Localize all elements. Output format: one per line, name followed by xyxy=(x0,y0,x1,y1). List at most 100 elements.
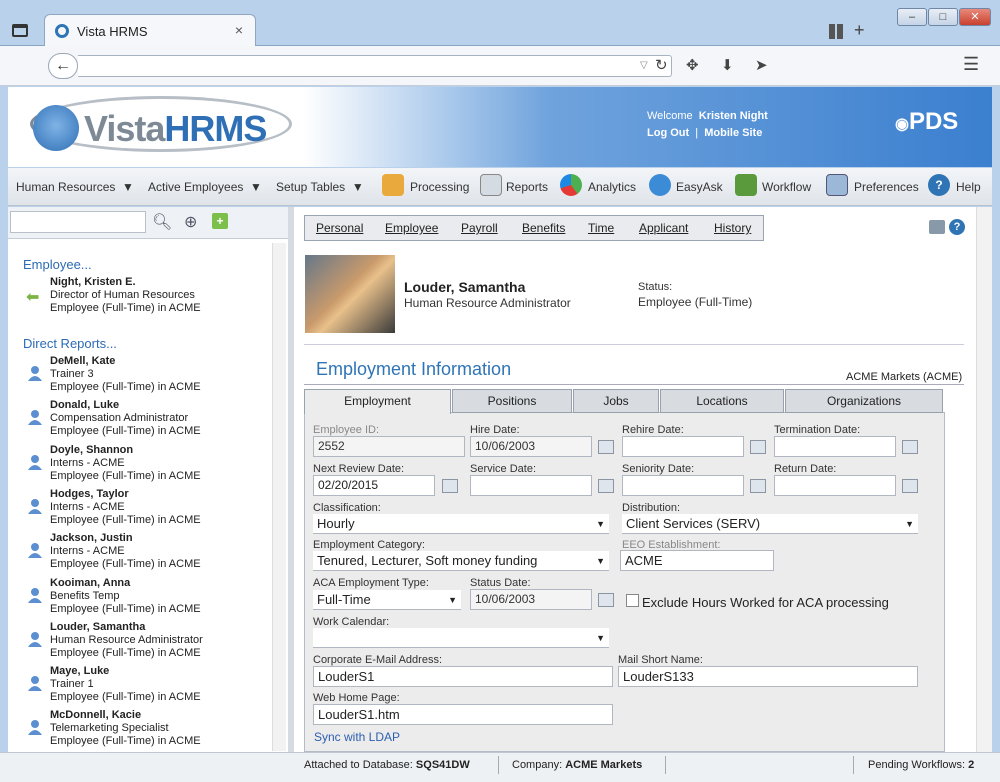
tab-employee[interactable]: Employee xyxy=(385,221,438,235)
menu-easyask[interactable]: EasyAsk xyxy=(676,180,723,194)
exclude-hours-checkbox[interactable] xyxy=(626,594,639,607)
left-scrollbar[interactable] xyxy=(272,243,286,751)
employee-type: Employee (Full-Time) in ACME xyxy=(50,425,201,438)
tab-payroll[interactable]: Payroll xyxy=(461,221,498,235)
menu-human-resources[interactable]: Human Resources ▼ xyxy=(16,180,134,194)
browser-tab[interactable]: Vista HRMS × xyxy=(44,14,256,46)
mail-short-name-field[interactable]: LouderS133 xyxy=(618,666,918,687)
menu-active-employees[interactable]: Active Employees ▼ xyxy=(148,180,262,194)
compass-icon[interactable]: ✥ xyxy=(686,56,699,74)
menu-analytics[interactable]: Analytics xyxy=(588,180,636,194)
eeo-establishment-field[interactable]: ACME xyxy=(620,550,774,571)
welcome-block: Welcome Kristen Night Log Out | Mobile S… xyxy=(647,108,768,142)
help-circle-icon[interactable]: ? xyxy=(949,219,965,235)
right-scrollbar[interactable] xyxy=(976,207,992,752)
calendar-icon[interactable] xyxy=(442,479,458,493)
calendar-icon[interactable] xyxy=(598,479,614,493)
back-button[interactable]: ← xyxy=(48,53,78,79)
menu-workflow[interactable]: Workflow xyxy=(762,180,811,194)
zoom-in-icon[interactable]: ⊕ xyxy=(184,212,197,232)
maximize-button[interactable]: □ xyxy=(928,8,958,26)
tab-close-icon[interactable]: × xyxy=(235,22,243,38)
direct-report-item[interactable]: Kooiman, Anna Benefits Temp Employee (Full… xyxy=(50,577,201,616)
tab-time[interactable]: Time xyxy=(588,221,614,235)
tab-favicon-icon xyxy=(55,24,69,38)
person-icon xyxy=(27,675,43,692)
tab-personal[interactable]: Personal xyxy=(316,221,363,235)
direct-report-item[interactable]: Louder, Samantha Human Resource Administr… xyxy=(50,621,203,660)
direct-report-item[interactable]: Doyle, Shannon Interns - ACME Employee (Fu… xyxy=(50,444,201,483)
print-icon[interactable] xyxy=(929,220,945,234)
distribution-select[interactable]: Client Services (SERV) ▼ xyxy=(622,514,918,534)
dropdown-icon[interactable]: ▽ xyxy=(640,60,648,71)
calendar-icon[interactable] xyxy=(750,440,766,454)
seniority-date-field[interactable] xyxy=(622,475,744,496)
mail-short-name-label: Mail Short Name: xyxy=(618,654,703,666)
calendar-icon[interactable] xyxy=(750,479,766,493)
tab-benefits[interactable]: Benefits xyxy=(522,221,565,235)
email-field[interactable]: LouderS1 xyxy=(313,666,613,687)
status-date-field[interactable]: 10/06/2003 xyxy=(470,589,592,610)
help-icon: ? xyxy=(928,174,950,196)
self-employee-item[interactable]: Night, Kristen E. Director of Human Reso… xyxy=(50,276,201,315)
tab-grid-icon[interactable] xyxy=(829,24,844,39)
subtab-locations[interactable]: Locations xyxy=(660,389,784,413)
service-date-field[interactable] xyxy=(470,475,592,496)
aca-employment-type-select[interactable]: Full-Time ▼ xyxy=(313,590,461,610)
subtab-jobs[interactable]: Jobs xyxy=(573,389,659,413)
direct-report-item[interactable]: Hodges, Taylor Interns - ACME Employee (Fu… xyxy=(50,488,201,527)
termination-date-field[interactable] xyxy=(774,436,896,457)
distribution-label: Distribution: xyxy=(622,502,681,514)
pending-workflows[interactable]: Pending Workflows: 2 xyxy=(868,759,974,771)
employment-category-select[interactable]: Tenured, Lecturer, Soft money funding ▼ xyxy=(313,551,609,571)
employee-search-input[interactable] xyxy=(10,211,146,233)
calendar-icon[interactable] xyxy=(598,440,614,454)
reload-icon[interactable]: ↻ xyxy=(655,56,668,74)
direct-report-item[interactable]: Donald, Luke Compensation Administrator Em… xyxy=(50,399,201,438)
classification-select[interactable]: Hourly ▼ xyxy=(313,514,609,534)
address-bar[interactable] xyxy=(78,55,672,77)
direct-report-item[interactable]: Jackson, Justin Interns - ACME Employee (F… xyxy=(50,532,201,571)
subtab-employment[interactable]: Employment xyxy=(304,389,451,414)
subtab-positions[interactable]: Positions xyxy=(452,389,572,413)
tab-history[interactable]: History xyxy=(714,221,751,235)
employee-title: Trainer 3 xyxy=(50,368,94,380)
minimize-button[interactable]: – xyxy=(897,8,927,26)
add-icon[interactable]: + xyxy=(212,213,228,229)
send-icon[interactable]: ➤ xyxy=(755,56,768,74)
menu-preferences[interactable]: Preferences xyxy=(854,180,919,194)
logout-link[interactable]: Log Out xyxy=(647,127,689,139)
direct-report-item[interactable]: DeMell, Kate Trainer 3 Employee (Full-Time… xyxy=(50,355,201,394)
rehire-date-label: Rehire Date: xyxy=(622,424,684,436)
menu-reports[interactable]: Reports xyxy=(506,180,548,194)
company-status: Company: ACME Markets xyxy=(512,759,642,771)
menu-help[interactable]: Help xyxy=(956,180,981,194)
classification-value: Hourly xyxy=(317,516,355,531)
return-date-field[interactable] xyxy=(774,475,896,496)
employee-id-field[interactable]: 2552 xyxy=(313,436,465,457)
search-icon[interactable]: 🔍︎ xyxy=(152,212,172,232)
window-menu-icon[interactable] xyxy=(12,24,28,37)
subtab-organizations[interactable]: Organizations xyxy=(785,389,943,413)
download-icon[interactable]: ⬇ xyxy=(721,56,734,74)
rehire-date-field[interactable] xyxy=(622,436,744,457)
direct-report-item[interactable]: Maye, Luke Trainer 1 Employee (Full-Time) … xyxy=(50,665,201,704)
web-home-page-field[interactable]: LouderS1.htm xyxy=(313,704,613,725)
workflow-icon xyxy=(735,174,757,196)
new-tab-button[interactable]: + xyxy=(854,20,865,41)
calendar-icon[interactable] xyxy=(902,479,918,493)
mobile-site-link[interactable]: Mobile Site xyxy=(704,127,762,139)
calendar-icon[interactable] xyxy=(902,440,918,454)
hamburger-menu-icon[interactable]: ☰ xyxy=(963,54,979,75)
direct-report-item[interactable]: McDonnell, Kacie Telemarketing Specialist… xyxy=(50,709,201,748)
pane-splitter[interactable] xyxy=(288,207,294,752)
hire-date-field[interactable]: 10/06/2003 xyxy=(470,436,592,457)
calendar-icon[interactable] xyxy=(598,593,614,607)
close-window-button[interactable]: ✕ xyxy=(959,8,991,26)
tab-applicant[interactable]: Applicant xyxy=(639,221,688,235)
next-review-date-field[interactable]: 02/20/2015 xyxy=(313,475,435,496)
work-calendar-select[interactable]: ▼ xyxy=(313,628,609,648)
sync-ldap-link[interactable]: Sync with LDAP xyxy=(314,730,400,744)
menu-setup-tables[interactable]: Setup Tables ▼ xyxy=(276,180,364,194)
menu-processing[interactable]: Processing xyxy=(410,180,469,194)
